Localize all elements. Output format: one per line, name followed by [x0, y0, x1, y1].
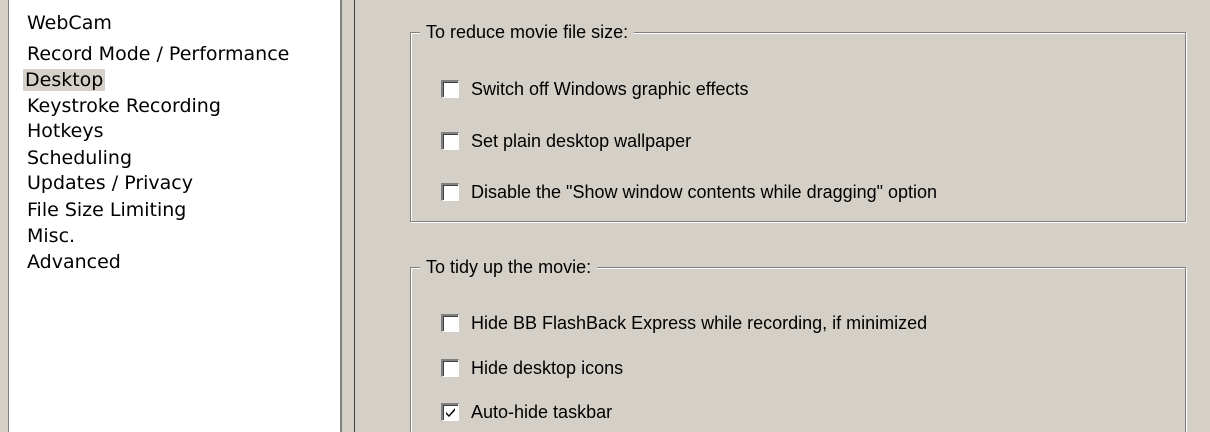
category-item-keystroke-recording[interactable]: Keystroke Recording: [25, 95, 223, 117]
hide-desktop-icons-label[interactable]: Hide desktop icons: [471, 358, 623, 379]
category-item-misc[interactable]: Misc.: [25, 225, 77, 247]
options-dialog: WebCam Record Mode / Performance Desktop…: [0, 0, 1210, 432]
category-item-scheduling[interactable]: Scheduling: [25, 147, 134, 169]
category-list[interactable]: WebCam Record Mode / Performance Desktop…: [10, 0, 340, 432]
auto-hide-taskbar-option[interactable]: Auto-hide taskbar: [441, 401, 612, 423]
left-edge: [0, 0, 9, 432]
category-item-desktop[interactable]: Desktop: [23, 69, 106, 91]
disable-window-contents-checkbox[interactable]: [441, 183, 459, 201]
switch-off-effects-option[interactable]: Switch off Windows graphic effects: [441, 78, 748, 100]
hide-desktop-icons-checkbox[interactable]: [441, 359, 459, 377]
category-item-advanced[interactable]: Advanced: [25, 251, 123, 273]
category-item-webcam[interactable]: WebCam: [25, 12, 114, 34]
plain-wallpaper-checkbox[interactable]: [441, 132, 459, 150]
category-item-updates-privacy[interactable]: Updates / Privacy: [25, 172, 195, 194]
hide-flashback-checkbox[interactable]: [441, 314, 459, 332]
disable-window-contents-option[interactable]: Disable the "Show window contents while …: [441, 181, 937, 203]
checkmark-icon: [446, 408, 455, 417]
hide-desktop-icons-option[interactable]: Hide desktop icons: [441, 357, 623, 379]
category-item-hotkeys[interactable]: Hotkeys: [25, 120, 106, 142]
category-item-record-mode[interactable]: Record Mode / Performance: [25, 43, 291, 65]
switch-off-effects-label[interactable]: Switch off Windows graphic effects: [471, 79, 748, 100]
auto-hide-taskbar-label[interactable]: Auto-hide taskbar: [471, 402, 612, 423]
reduce-file-size-group-title: To reduce movie file size:: [420, 21, 635, 43]
splitter[interactable]: [340, 0, 355, 432]
settings-panel: To reduce movie file size: Switch off Wi…: [355, 0, 1210, 432]
auto-hide-taskbar-checkbox[interactable]: [441, 403, 459, 421]
hide-flashback-option[interactable]: Hide BB FlashBack Express while recordin…: [441, 312, 927, 334]
plain-wallpaper-option[interactable]: Set plain desktop wallpaper: [441, 130, 691, 152]
reduce-file-size-group: To reduce movie file size: Switch off Wi…: [410, 21, 1186, 222]
category-item-file-size-limiting[interactable]: File Size Limiting: [25, 199, 188, 221]
tidy-movie-group: To tidy up the movie: Hide BB FlashBack …: [410, 256, 1186, 432]
disable-window-contents-label[interactable]: Disable the "Show window contents while …: [471, 182, 937, 203]
tidy-movie-group-title: To tidy up the movie:: [420, 256, 598, 278]
switch-off-effects-checkbox[interactable]: [441, 80, 459, 98]
hide-flashback-label[interactable]: Hide BB FlashBack Express while recordin…: [471, 313, 927, 334]
plain-wallpaper-label[interactable]: Set plain desktop wallpaper: [471, 131, 691, 152]
